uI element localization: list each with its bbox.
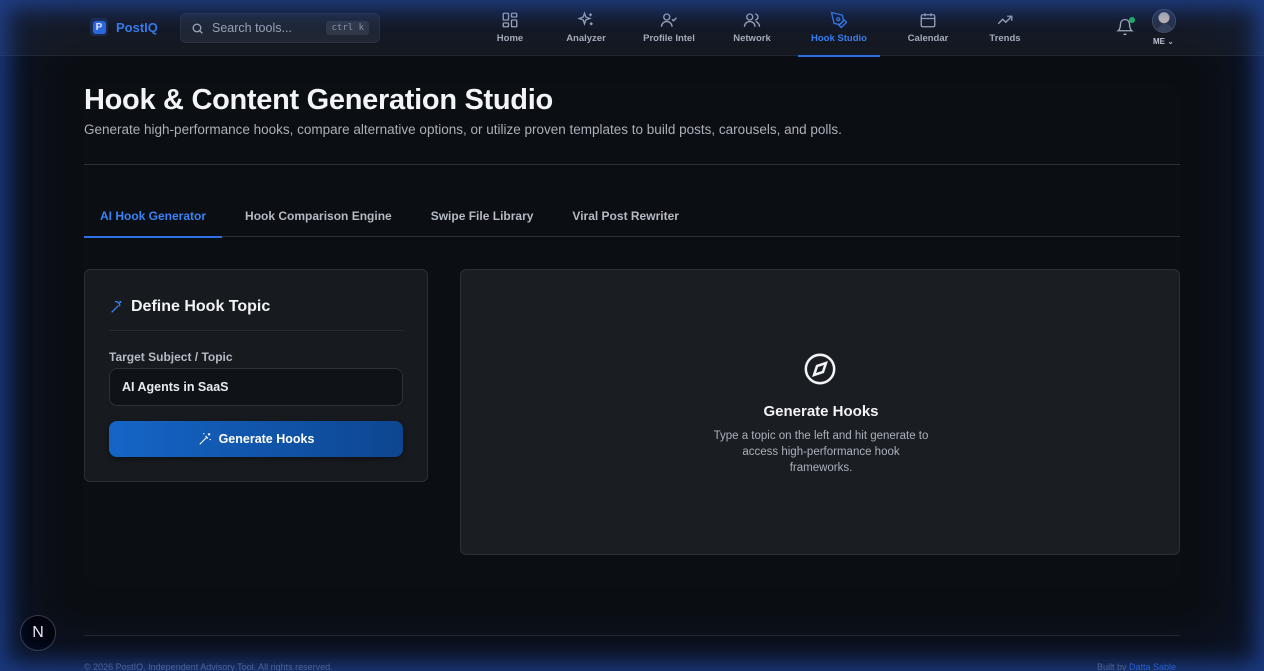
nav-item-hook-studio[interactable]: Hook Studio [798, 0, 880, 57]
search-tools-input[interactable]: Search tools... ctrl k [180, 13, 380, 43]
calendar-icon [919, 11, 937, 29]
wand-sparkle-icon [111, 300, 122, 313]
topic-field-label: Target Subject / Topic [109, 350, 233, 364]
nav-item-analyzer[interactable]: Analyzer [542, 0, 630, 56]
tab-swipe-file-library[interactable]: Swipe File Library [415, 199, 550, 236]
nav-item-trends[interactable]: Trends [972, 0, 1038, 56]
pen-tool-icon [830, 11, 848, 29]
search-placeholder: Search tools... [212, 21, 292, 35]
nav-item-home[interactable]: Home [484, 0, 536, 56]
footer-credit: Built by Datta Sable [1097, 662, 1177, 671]
empty-state-text: Type a topic on the left and hit generat… [713, 430, 929, 474]
nav-label: Profile Intel [643, 33, 695, 44]
tab-ai-hook-generator[interactable]: AI Hook Generator [84, 199, 223, 238]
tab-hook-comparison-engine[interactable]: Hook Comparison Engine [229, 199, 408, 236]
topic-input[interactable]: AI Agents in SaaS [109, 368, 403, 406]
nav-label: Trends [989, 33, 1021, 44]
tab-viral-post-rewriter[interactable]: Viral Post Rewriter [556, 199, 695, 236]
results-panel: Generate Hooks Type a topic on the left … [460, 269, 1180, 555]
search-shortcut-badge: ctrl k [326, 21, 369, 35]
user-avatar[interactable] [1152, 9, 1176, 33]
nav-label: Analyzer [566, 33, 606, 44]
page-title: Hook & Content Generation Studio [84, 84, 553, 116]
nav-item-profile-intel[interactable]: Profile Intel [632, 0, 706, 56]
page-subtitle: Generate high-performance hooks, compare… [84, 122, 842, 137]
author-link[interactable]: Datta Sable [1129, 662, 1176, 671]
tab-bar: AI Hook Generator Hook Comparison Engine… [84, 199, 1180, 238]
users-icon [743, 11, 761, 29]
generate-hooks-button[interactable]: Generate Hooks [109, 421, 403, 457]
nav-label: Calendar [907, 33, 949, 44]
search-icon [192, 23, 203, 34]
grid-icon [501, 11, 519, 29]
sparkles-icon [577, 11, 595, 29]
brand-logo[interactable]: P PostIQ [90, 18, 158, 36]
empty-state-title: Generate Hooks [763, 403, 879, 420]
trending-up-icon [996, 11, 1014, 29]
nav-label: Network [733, 33, 771, 44]
dev-tools-badge[interactable]: N [20, 615, 56, 651]
user-check-icon [660, 11, 678, 29]
footer-copyright: © 2026 PostIQ. Independent Advisory Tool… [84, 662, 333, 671]
nav-item-calendar[interactable]: Calendar [892, 0, 964, 56]
nav-label: Hook Studio [811, 33, 867, 44]
magic-wand-icon [198, 433, 211, 445]
brand-name: PostIQ [116, 19, 158, 35]
top-navbar: P PostIQ Search tools... ctrl k Home Ana… [0, 0, 1264, 57]
nav-label: Home [496, 33, 524, 44]
card-divider [109, 330, 404, 331]
define-hook-card: Define Hook Topic Target Subject / Topic… [84, 269, 428, 482]
footer-divider [84, 635, 1180, 636]
postiq-logo-icon: P [90, 18, 108, 36]
card-title: Define Hook Topic [109, 298, 270, 316]
user-menu-label[interactable]: ME ⌄ [1153, 37, 1174, 46]
main-nav: Home Analyzer Profile Intel Network Hook… [484, 0, 1038, 57]
notifications-button[interactable] [1116, 17, 1135, 36]
notification-status-dot [1129, 17, 1135, 23]
nav-item-network[interactable]: Network [716, 0, 788, 56]
divider [84, 164, 1180, 165]
compass-icon [803, 352, 837, 386]
